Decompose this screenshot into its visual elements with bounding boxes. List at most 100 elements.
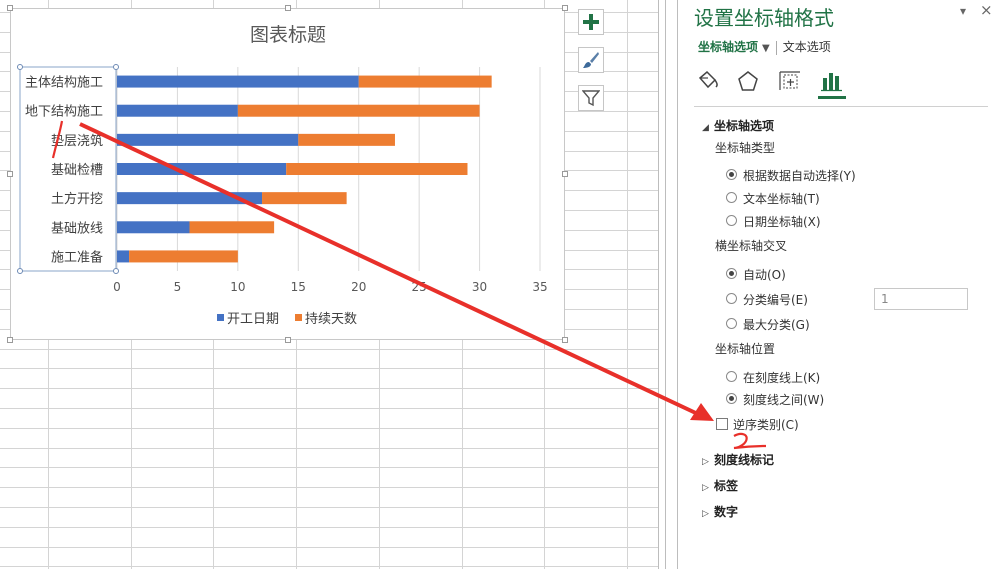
chart-elements-button[interactable] — [578, 9, 604, 35]
section-labels-label: 标签 — [714, 479, 739, 493]
fill-line-icon[interactable] — [694, 66, 722, 96]
pane-icon-bar — [694, 64, 988, 107]
pane-title: 设置坐标轴格式 — [694, 6, 834, 30]
chevron-down-icon[interactable]: ▼ — [762, 43, 770, 54]
radio-on-tick-marks-label[interactable]: 在刻度线上(K) — [743, 369, 820, 386]
x-tick-label: 35 — [532, 280, 547, 294]
collapse-icon: ◢ — [702, 123, 709, 133]
bar-segment[interactable] — [286, 163, 468, 175]
x-tick-label: 10 — [230, 280, 245, 294]
radio-cross-auto[interactable] — [726, 268, 737, 279]
bar-segment[interactable] — [117, 133, 299, 146]
grid-row-line — [0, 507, 658, 508]
y-tick-label: 基础放线 — [51, 221, 103, 236]
x-tick-label: 25 — [412, 280, 427, 294]
section-axis-options[interactable]: ◢ 坐标轴选项 — [702, 117, 774, 134]
position-label: 坐标轴位置 — [715, 342, 776, 356]
section-number-label: 数字 — [714, 505, 739, 519]
grid-row-line — [0, 408, 658, 409]
bar-segment[interactable] — [117, 104, 238, 117]
reverse-categories-label[interactable]: 逆序类别(C) — [733, 416, 799, 433]
x-tick-label: 20 — [351, 280, 366, 294]
section-tick-marks[interactable]: ▷ 刻度线标记 — [702, 451, 774, 468]
radio-between-tick-marks[interactable] — [726, 393, 737, 404]
axis-options-icon[interactable] — [818, 66, 846, 99]
brush-icon — [583, 52, 599, 68]
y-tick-label: 土方开挖 — [51, 191, 103, 207]
bar-segment[interactable] — [358, 75, 492, 88]
radio-text-axis-label[interactable]: 文本坐标轴(T) — [743, 190, 820, 207]
chart-object[interactable]: 图表标题 0 5 10 15 20 25 30 35 主体结构施工 地下结构施工 垫层浇筑 基础检槽 土方… — [7, 5, 568, 343]
bar-segment[interactable] — [189, 221, 275, 234]
pane-options-icon[interactable]: ▾ — [960, 4, 966, 18]
legend-swatch — [295, 314, 302, 321]
radio-auto-select[interactable] — [726, 169, 737, 180]
section-number[interactable]: ▷ 数字 — [702, 503, 738, 520]
expand-icon: ▷ — [702, 457, 709, 467]
axis-selection-handle — [17, 268, 23, 274]
filter-icon — [582, 90, 600, 107]
close-icon[interactable]: × — [980, 1, 993, 19]
y-tick-label: 地下结构施工 — [25, 105, 103, 120]
legend-swatch — [217, 314, 224, 321]
expand-icon: ▷ — [702, 483, 709, 493]
grid-row-line — [0, 368, 658, 369]
radio-max-category-label[interactable]: 最大分类(G) — [743, 316, 810, 333]
axis-selection-handle — [17, 64, 23, 70]
bar-segment[interactable] — [262, 192, 347, 205]
grid-row-line — [0, 467, 658, 468]
size-properties-icon[interactable] — [776, 66, 804, 96]
bar-segment[interactable] — [117, 221, 190, 234]
effects-icon[interactable] — [734, 66, 762, 96]
x-tick-label: 5 — [174, 280, 182, 294]
grid-row-line — [0, 448, 658, 449]
x-tick-label: 0 — [113, 280, 121, 294]
tab-text-options[interactable]: 文本选项 — [783, 40, 831, 54]
section-axis-options-label: 坐标轴选项 — [714, 119, 775, 133]
bar-segment[interactable] — [117, 75, 359, 88]
chart-plot[interactable]: 图表标题 0 5 10 15 20 25 30 35 主体结构施工地下结构施工垫层浇筑基础检槽土方… — [11, 9, 566, 341]
category-number-input[interactable]: 1 — [874, 288, 968, 310]
pane-tabs: 坐标轴选项 ▼ 文本选项 — [698, 38, 831, 55]
legend-label: 开工日期 — [227, 312, 279, 327]
bar-segment[interactable] — [117, 163, 287, 175]
bar-segment[interactable] — [129, 250, 238, 263]
radio-on-tick-marks[interactable] — [726, 371, 737, 382]
grid-row-line — [0, 388, 658, 389]
grid-row-line — [0, 349, 658, 350]
grid-column-line — [627, 0, 628, 569]
reverse-categories-checkbox[interactable] — [716, 418, 728, 430]
chart-title[interactable]: 图表标题 — [250, 24, 326, 46]
radio-max-category[interactable] — [726, 318, 737, 329]
grid-row-line — [0, 547, 658, 548]
radio-between-tick-marks-label[interactable]: 刻度线之间(W) — [743, 391, 824, 408]
y-tick-label: 基础检槽 — [51, 163, 103, 178]
radio-date-axis-label[interactable]: 日期坐标轴(X) — [743, 213, 821, 230]
y-tick-label: 垫层浇筑 — [51, 133, 103, 149]
bar-segment[interactable] — [237, 104, 480, 117]
bar-segment[interactable] — [117, 250, 130, 263]
section-tick-marks-label: 刻度线标记 — [714, 453, 775, 467]
section-labels[interactable]: ▷ 标签 — [702, 477, 738, 494]
tab-axis-options[interactable]: 坐标轴选项 — [698, 40, 758, 54]
bar-segment[interactable] — [298, 133, 395, 146]
radio-category-number[interactable] — [726, 293, 737, 304]
chart-filters-button[interactable] — [578, 85, 604, 111]
radio-auto-select-label[interactable]: 根据数据自动选择(Y) — [743, 167, 856, 184]
y-tick-label: 主体结构施工 — [25, 76, 103, 91]
x-tick-label: 15 — [291, 280, 306, 294]
y-tick-label: 施工准备 — [51, 249, 103, 265]
axis-selection-handle — [113, 64, 119, 70]
chart-styles-button[interactable] — [578, 47, 604, 73]
grid-row-line — [0, 566, 658, 567]
axis-selection-handle — [113, 268, 119, 274]
grid-row-line — [0, 527, 658, 528]
radio-cross-auto-label[interactable]: 自动(O) — [743, 266, 786, 283]
radio-text-axis[interactable] — [726, 192, 737, 203]
radio-date-axis[interactable] — [726, 215, 737, 226]
pane-splitter[interactable] — [658, 0, 678, 569]
bar-segment[interactable] — [117, 192, 263, 205]
radio-category-number-label[interactable]: 分类编号(E) — [743, 291, 808, 308]
legend-label: 持续天数 — [305, 312, 357, 327]
cross-label: 横坐标轴交叉 — [715, 239, 788, 253]
